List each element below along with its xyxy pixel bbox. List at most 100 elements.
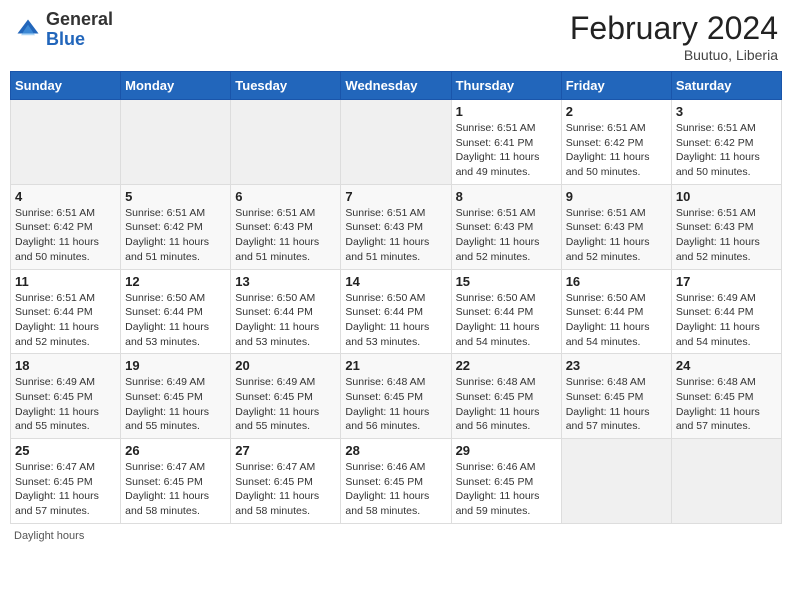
calendar-cell: 11 Sunrise: 6:51 AM Sunset: 6:44 PM Dayli… (11, 269, 121, 354)
weekday-header-row: SundayMondayTuesdayWednesdayThursdayFrid… (11, 72, 782, 100)
calendar-cell: 27 Sunrise: 6:47 AM Sunset: 6:45 PM Dayli… (231, 439, 341, 524)
weekday-header: Monday (121, 72, 231, 100)
day-info: Sunrise: 6:49 AM Sunset: 6:45 PM Dayligh… (125, 375, 226, 434)
day-number: 17 (676, 274, 777, 289)
day-info: Sunrise: 6:51 AM Sunset: 6:43 PM Dayligh… (676, 206, 777, 265)
calendar-cell: 17 Sunrise: 6:49 AM Sunset: 6:44 PM Dayli… (671, 269, 781, 354)
day-number: 25 (15, 443, 116, 458)
calendar-cell: 2Sunrise: 6:51 AM Sunset: 6:42 PM Daylig… (561, 100, 671, 185)
weekday-header: Thursday (451, 72, 561, 100)
day-info: Sunrise: 6:47 AM Sunset: 6:45 PM Dayligh… (15, 460, 116, 519)
day-info: Sunrise: 6:48 AM Sunset: 6:45 PM Dayligh… (345, 375, 446, 434)
day-number: 21 (345, 358, 446, 373)
calendar-cell: 19 Sunrise: 6:49 AM Sunset: 6:45 PM Dayli… (121, 354, 231, 439)
calendar-cell: 21 Sunrise: 6:48 AM Sunset: 6:45 PM Dayli… (341, 354, 451, 439)
day-number: 14 (345, 274, 446, 289)
weekday-header: Sunday (11, 72, 121, 100)
logo-blue-text: Blue (46, 30, 113, 50)
calendar-cell (11, 100, 121, 185)
calendar-cell: 26Sunrise: 6:47 AM Sunset: 6:45 PM Dayli… (121, 439, 231, 524)
day-info: Sunrise: 6:51 AM Sunset: 6:43 PM Dayligh… (235, 206, 336, 265)
weekday-header: Friday (561, 72, 671, 100)
logo-general-text: General (46, 10, 113, 30)
day-number: 19 (125, 358, 226, 373)
day-number: 8 (456, 189, 557, 204)
calendar-cell: 23 Sunrise: 6:48 AM Sunset: 6:45 PM Dayli… (561, 354, 671, 439)
calendar-cell: 1 Sunrise: 6:51 AM Sunset: 6:41 PM Daylig… (451, 100, 561, 185)
day-number: 7 (345, 189, 446, 204)
day-info: Sunrise: 6:46 AM Sunset: 6:45 PM Dayligh… (345, 460, 446, 519)
day-number: 1 (456, 104, 557, 119)
day-info: Sunrise: 6:51 AM Sunset: 6:43 PM Dayligh… (345, 206, 446, 265)
day-info: Sunrise: 6:51 AM Sunset: 6:42 PM Dayligh… (566, 121, 667, 180)
calendar-cell: 15 Sunrise: 6:50 AM Sunset: 6:44 PM Dayli… (451, 269, 561, 354)
day-info: Sunrise: 6:49 AM Sunset: 6:45 PM Dayligh… (15, 375, 116, 434)
calendar-cell (671, 439, 781, 524)
calendar-week-row: 18 Sunrise: 6:49 AM Sunset: 6:45 PM Dayli… (11, 354, 782, 439)
day-info: Sunrise: 6:47 AM Sunset: 6:45 PM Dayligh… (235, 460, 336, 519)
calendar-cell: 24Sunrise: 6:48 AM Sunset: 6:45 PM Dayli… (671, 354, 781, 439)
day-number: 15 (456, 274, 557, 289)
day-info: Sunrise: 6:50 AM Sunset: 6:44 PM Dayligh… (125, 291, 226, 350)
calendar-cell: 22 Sunrise: 6:48 AM Sunset: 6:45 PM Dayli… (451, 354, 561, 439)
calendar-cell: 5Sunrise: 6:51 AM Sunset: 6:42 PM Daylig… (121, 184, 231, 269)
day-number: 10 (676, 189, 777, 204)
calendar-cell: 14 Sunrise: 6:50 AM Sunset: 6:44 PM Dayli… (341, 269, 451, 354)
day-number: 13 (235, 274, 336, 289)
logo-text: General Blue (46, 10, 113, 50)
calendar-cell: 7 Sunrise: 6:51 AM Sunset: 6:43 PM Daylig… (341, 184, 451, 269)
day-info: Sunrise: 6:49 AM Sunset: 6:44 PM Dayligh… (676, 291, 777, 350)
logo-icon (14, 16, 42, 44)
calendar-cell: 13 Sunrise: 6:50 AM Sunset: 6:44 PM Dayli… (231, 269, 341, 354)
calendar-cell: 8 Sunrise: 6:51 AM Sunset: 6:43 PM Daylig… (451, 184, 561, 269)
calendar-cell: 29 Sunrise: 6:46 AM Sunset: 6:45 PM Dayli… (451, 439, 561, 524)
day-number: 18 (15, 358, 116, 373)
day-number: 29 (456, 443, 557, 458)
day-info: Sunrise: 6:51 AM Sunset: 6:41 PM Dayligh… (456, 121, 557, 180)
day-number: 24 (676, 358, 777, 373)
day-number: 5 (125, 189, 226, 204)
day-info: Sunrise: 6:48 AM Sunset: 6:45 PM Dayligh… (456, 375, 557, 434)
day-number: 20 (235, 358, 336, 373)
day-info: Sunrise: 6:51 AM Sunset: 6:43 PM Dayligh… (456, 206, 557, 265)
calendar-footer: Daylight hours (10, 530, 782, 542)
day-info: Sunrise: 6:51 AM Sunset: 6:43 PM Dayligh… (566, 206, 667, 265)
calendar-cell: 20 Sunrise: 6:49 AM Sunset: 6:45 PM Dayli… (231, 354, 341, 439)
day-number: 26 (125, 443, 226, 458)
day-info: Sunrise: 6:51 AM Sunset: 6:44 PM Dayligh… (15, 291, 116, 350)
day-number: 4 (15, 189, 116, 204)
calendar-week-row: 11 Sunrise: 6:51 AM Sunset: 6:44 PM Dayli… (11, 269, 782, 354)
day-info: Sunrise: 6:46 AM Sunset: 6:45 PM Dayligh… (456, 460, 557, 519)
calendar-cell: 10 Sunrise: 6:51 AM Sunset: 6:43 PM Dayli… (671, 184, 781, 269)
day-number: 11 (15, 274, 116, 289)
day-info: Sunrise: 6:51 AM Sunset: 6:42 PM Dayligh… (676, 121, 777, 180)
daylight-label: Daylight hours (14, 530, 84, 542)
day-number: 16 (566, 274, 667, 289)
calendar-cell: 6 Sunrise: 6:51 AM Sunset: 6:43 PM Daylig… (231, 184, 341, 269)
calendar-cell (561, 439, 671, 524)
day-number: 27 (235, 443, 336, 458)
day-number: 6 (235, 189, 336, 204)
day-number: 23 (566, 358, 667, 373)
logo: General Blue (14, 10, 113, 50)
weekday-header: Wednesday (341, 72, 451, 100)
calendar-table: SundayMondayTuesdayWednesdayThursdayFrid… (10, 71, 782, 524)
day-info: Sunrise: 6:50 AM Sunset: 6:44 PM Dayligh… (235, 291, 336, 350)
calendar-title: February 2024 (570, 10, 778, 47)
page-header: General Blue February 2024 Buutuo, Liber… (10, 10, 782, 63)
weekday-header: Saturday (671, 72, 781, 100)
day-info: Sunrise: 6:48 AM Sunset: 6:45 PM Dayligh… (566, 375, 667, 434)
day-info: Sunrise: 6:50 AM Sunset: 6:44 PM Dayligh… (345, 291, 446, 350)
calendar-cell (231, 100, 341, 185)
day-info: Sunrise: 6:50 AM Sunset: 6:44 PM Dayligh… (566, 291, 667, 350)
calendar-cell: 25 Sunrise: 6:47 AM Sunset: 6:45 PM Dayli… (11, 439, 121, 524)
calendar-week-row: 1 Sunrise: 6:51 AM Sunset: 6:41 PM Daylig… (11, 100, 782, 185)
calendar-week-row: 25 Sunrise: 6:47 AM Sunset: 6:45 PM Dayli… (11, 439, 782, 524)
day-number: 28 (345, 443, 446, 458)
calendar-cell: 9Sunrise: 6:51 AM Sunset: 6:43 PM Daylig… (561, 184, 671, 269)
day-number: 12 (125, 274, 226, 289)
weekday-header: Tuesday (231, 72, 341, 100)
day-info: Sunrise: 6:49 AM Sunset: 6:45 PM Dayligh… (235, 375, 336, 434)
day-number: 22 (456, 358, 557, 373)
day-info: Sunrise: 6:50 AM Sunset: 6:44 PM Dayligh… (456, 291, 557, 350)
